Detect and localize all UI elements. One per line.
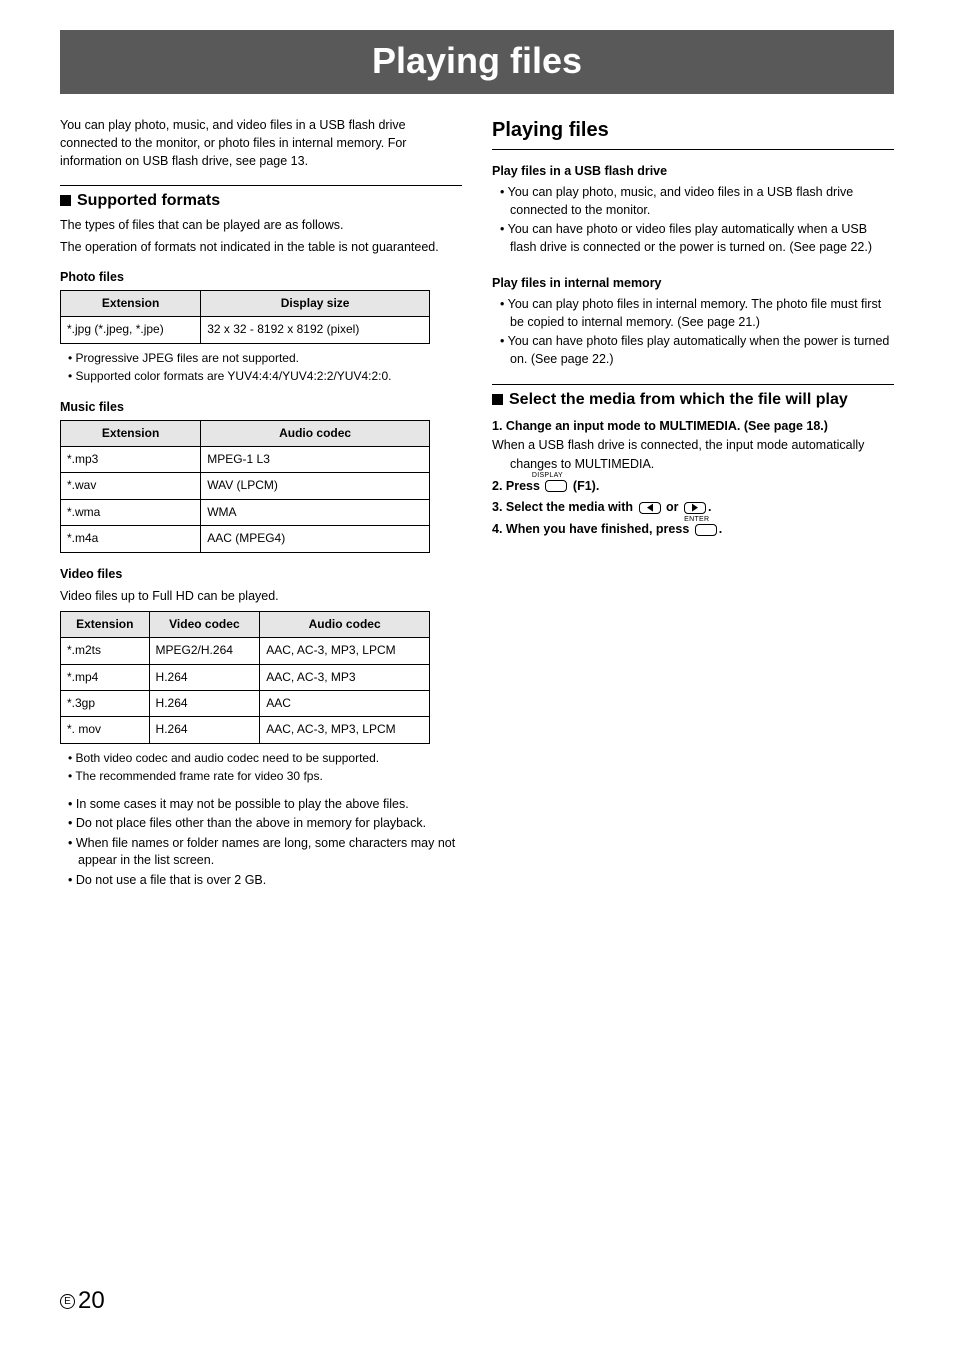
- list-item: Supported color formats are YUV4:4:4/YUV…: [68, 368, 462, 385]
- supported-formats-heading: Supported formats: [60, 185, 462, 212]
- video-th-ext: Extension: [61, 611, 150, 637]
- steps-list: Change an input mode to MULTIMEDIA. (See…: [492, 417, 894, 539]
- table-row: *.3gpH.264AAC: [61, 691, 430, 717]
- video-th-acodec: Audio codec: [260, 611, 430, 637]
- photo-notes: Progressive JPEG files are not supported…: [60, 350, 462, 386]
- circle-e-icon: E: [60, 1294, 75, 1309]
- table-row: *. movH.264AAC, AC-3, MP3, LPCM: [61, 717, 430, 743]
- list-item: Do not use a file that is over 2 GB.: [64, 872, 462, 890]
- photo-files-heading: Photo files: [60, 268, 462, 286]
- table-row: *.m2tsMPEG2/H.264AAC, AC-3, MP3, LPCM: [61, 638, 430, 664]
- list-item: You can have photo files play automatica…: [496, 333, 894, 368]
- bullet-square-icon: [492, 394, 503, 405]
- list-item: In some cases it may not be possible to …: [64, 796, 462, 814]
- left-arrow-key-icon: [639, 502, 661, 514]
- playing-files-heading: Playing files: [492, 116, 894, 150]
- table-row: *.mp3MPEG-1 L3: [61, 447, 430, 473]
- list-item: Progressive JPEG files are not supported…: [68, 350, 462, 367]
- bullet-square-icon: [60, 195, 71, 206]
- table-row: *.m4aAAC (MPEG4): [61, 526, 430, 552]
- right-arrow-key-icon: [684, 502, 706, 514]
- video-th-vcodec: Video codec: [149, 611, 260, 637]
- right-column: Playing files Play files in a USB flash …: [492, 116, 894, 899]
- video-notes: Both video codec and audio codec need to…: [60, 750, 462, 786]
- table-row: *.wavWAV (LPCM): [61, 473, 430, 499]
- supported-desc-2: The operation of formats not indicated i…: [60, 238, 462, 256]
- general-notes: In some cases it may not be possible to …: [60, 796, 462, 890]
- usb-heading: Play files in a USB flash drive: [492, 162, 894, 180]
- table-row: *.jpg (*.jpeg, *.jpe) 32 x 32 - 8192 x 8…: [61, 317, 430, 343]
- intro-text: You can play photo, music, and video fil…: [60, 116, 462, 170]
- step-2: Press DISPLAY (F1).: [492, 477, 894, 496]
- page-title-bar: Playing files: [60, 30, 894, 94]
- list-item: Both video codec and audio codec need to…: [68, 750, 462, 767]
- internal-bullets: You can play photo files in internal mem…: [492, 296, 894, 368]
- table-row: *.mp4H.264AAC, AC-3, MP3: [61, 664, 430, 690]
- display-key-icon: DISPLAY: [545, 480, 567, 492]
- video-desc: Video files up to Full HD can be played.: [60, 587, 462, 605]
- list-item: You can have photo or video files play a…: [496, 221, 894, 256]
- table-row: *.wmaWMA: [61, 499, 430, 525]
- supported-formats-label: Supported formats: [77, 189, 220, 212]
- enter-key-icon: ENTER: [695, 524, 717, 536]
- list-item: Do not place files other than the above …: [64, 815, 462, 833]
- music-th-ext: Extension: [61, 420, 201, 446]
- music-files-heading: Music files: [60, 398, 462, 416]
- page-number-value: 20: [78, 1287, 105, 1315]
- internal-heading: Play files in internal memory: [492, 274, 894, 292]
- photo-files-table: Extension Display size *.jpg (*.jpeg, *.…: [60, 290, 430, 344]
- photo-th-ext: Extension: [61, 290, 201, 316]
- usb-bullets: You can play photo, music, and video fil…: [492, 184, 894, 256]
- music-files-table: Extension Audio codec *.mp3MPEG-1 L3 *.w…: [60, 420, 430, 553]
- left-column: You can play photo, music, and video fil…: [60, 116, 462, 899]
- list-item: You can play photo, music, and video fil…: [496, 184, 894, 219]
- select-media-heading: Select the media from which the file wil…: [492, 384, 894, 411]
- photo-th-size: Display size: [201, 290, 430, 316]
- list-item: You can play photo files in internal mem…: [496, 296, 894, 331]
- video-files-table: Extension Video codec Audio codec *.m2ts…: [60, 611, 430, 744]
- page-number: E 20: [60, 1287, 105, 1315]
- list-item: The recommended frame rate for video 30 …: [68, 768, 462, 785]
- step-1: Change an input mode to MULTIMEDIA. (See…: [492, 417, 894, 473]
- select-media-label: Select the media from which the file wil…: [509, 388, 848, 411]
- list-item: When file names or folder names are long…: [64, 835, 462, 870]
- video-files-heading: Video files: [60, 565, 462, 583]
- step-4: When you have finished, press ENTER.: [492, 520, 894, 539]
- supported-desc-1: The types of files that can be played ar…: [60, 216, 462, 234]
- music-th-codec: Audio codec: [201, 420, 430, 446]
